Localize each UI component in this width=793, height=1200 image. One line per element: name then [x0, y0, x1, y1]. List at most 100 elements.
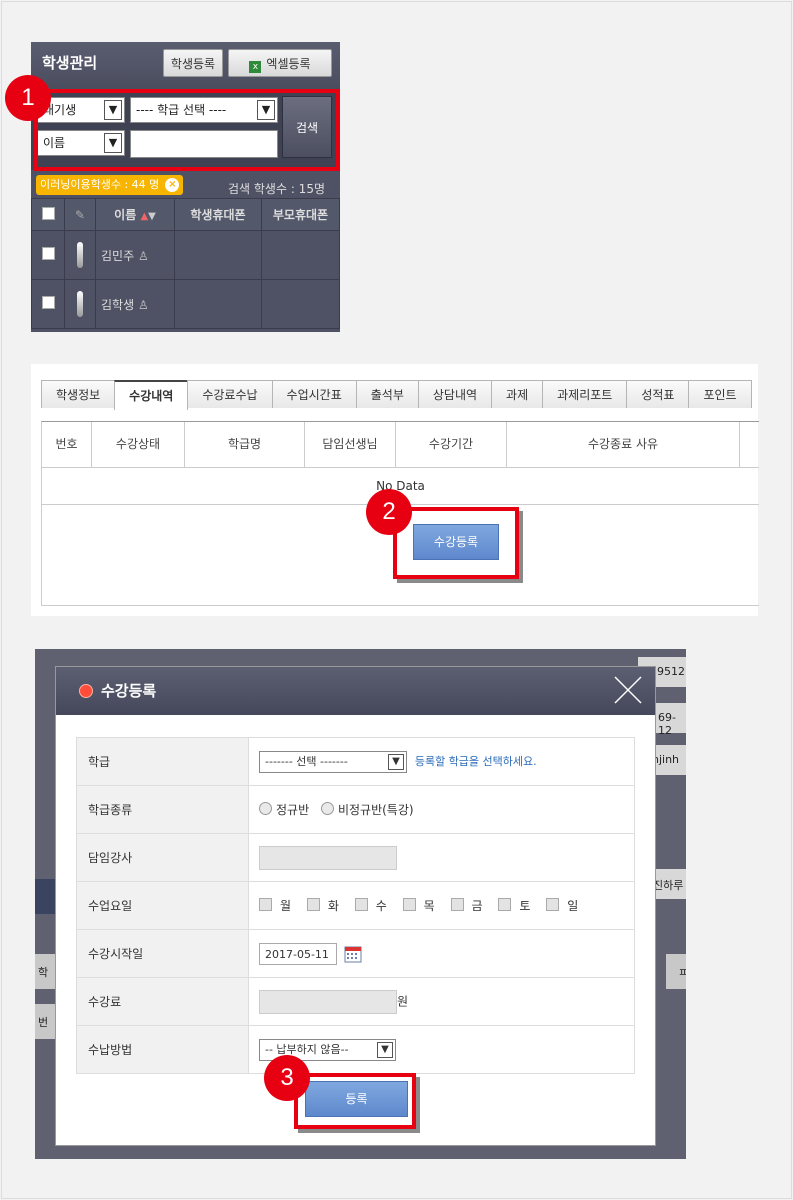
highlight-box-1 — [34, 89, 340, 171]
column-number: 번호 — [42, 422, 92, 467]
day-checkbox-mon[interactable] — [259, 898, 272, 911]
table-row[interactable]: 김민주 ♙ — [31, 230, 340, 280]
day-checkbox-wed[interactable] — [354, 898, 368, 911]
form-row-start-date: 수강시작일 2017-05-11 — [76, 929, 635, 978]
payment-select-value: -- 납부하지 않음-- — [265, 1042, 349, 1056]
special-radio-label: 비정규반(특강) — [337, 803, 414, 817]
class-type-label: 학급종류 — [76, 785, 249, 834]
teacher-label: 담임강사 — [76, 833, 249, 882]
select-all-checkbox[interactable] — [41, 206, 55, 220]
tab-counseling[interactable]: 상담내역 — [417, 380, 493, 408]
days-label: 수업요일 — [76, 881, 249, 930]
student-manager-panel: 학생관리 학생등록 x 엑셀등록 대기생 ▼ ---- 학급 선택 ---- ▼ … — [31, 42, 340, 332]
student-name[interactable]: 김학생 — [101, 298, 134, 312]
tab-assignment-report[interactable]: 과제리포트 — [542, 380, 628, 408]
table-row[interactable]: 김학생 ♙ — [31, 279, 340, 329]
close-icon[interactable] — [613, 675, 643, 705]
column-name[interactable]: 이름 ▲▼ — [95, 198, 175, 231]
class-field: ------- 선택 ------- ▼ 등록할 학급을 선택하세요. — [248, 737, 635, 786]
e-learning-count-badge[interactable]: 이러닝이용학생수 : 44 명 × — [36, 175, 184, 195]
start-date-input[interactable]: 2017-05-11 — [259, 942, 337, 965]
tab-tuition[interactable]: 수강료수납 — [187, 380, 273, 408]
class-hint: 등록할 학급을 선택하세요. — [414, 755, 537, 768]
day-checkbox-thu[interactable] — [402, 898, 416, 911]
column-period: 수강기간 — [396, 422, 507, 467]
day-checkbox-sat[interactable] — [498, 898, 512, 911]
panel-title: 학생관리 — [42, 54, 98, 72]
student-name[interactable]: 김민주 — [101, 249, 134, 263]
day-checkbox-tue[interactable] — [306, 898, 320, 911]
e-learning-count-text: 이러닝이용학생수 : 44 명 — [40, 178, 160, 191]
background-cell: 학 — [35, 954, 55, 989]
regular-radio[interactable] — [259, 802, 272, 815]
background-text: 69-12 — [658, 711, 676, 737]
background-text: 학 — [38, 966, 49, 979]
days-field: 월 화 수 목 금 토 일 — [248, 881, 635, 930]
tab-student-info[interactable]: 학생정보 — [41, 380, 116, 408]
column-class-name: 학급명 — [185, 422, 305, 467]
panel-header: 학생관리 학생등록 x 엑셀등록 — [31, 42, 340, 90]
column-teacher: 담임선생님 — [305, 422, 396, 467]
row-checkbox-cell — [31, 230, 65, 280]
tab-bar: 학생정보 수강내역 수강료수납 수업시간표 출석부 상담내역 과제 과제리포트 … — [41, 380, 752, 410]
sort-asc-icon[interactable]: ▲ — [140, 211, 148, 222]
device-cell — [64, 230, 96, 280]
pencil-icon: ✎ — [74, 207, 86, 222]
tab-timetable[interactable]: 수업시간표 — [271, 380, 357, 408]
background-text: ㅍ — [678, 966, 686, 979]
excel-register-button[interactable]: x 엑셀등록 — [228, 49, 332, 77]
teacher-input[interactable] — [259, 845, 397, 870]
form-row-fee: 수강료 원 — [76, 977, 635, 1026]
step-badge-1: 1 — [5, 75, 51, 121]
class-select-value: ------- 선택 ------- — [265, 754, 348, 768]
form-row-payment: 수납방법 -- 납부하지 않음-- ▼ — [76, 1025, 635, 1074]
student-name-cell: 김학생 ♙ — [95, 279, 175, 329]
excel-icon: x — [249, 61, 262, 73]
tab-attendance[interactable]: 출석부 — [355, 380, 419, 408]
tab-assignment[interactable]: 과제 — [491, 380, 544, 408]
background-text: hjinh — [652, 753, 680, 766]
day-checkbox-sun[interactable] — [546, 898, 560, 911]
day-label-tue: 화 — [327, 899, 339, 913]
tab-course-history[interactable]: 수강내역 — [114, 380, 189, 410]
fee-field: 원 — [248, 977, 635, 1026]
row-checkbox[interactable] — [41, 247, 55, 260]
step-badge-2: 2 — [366, 489, 412, 535]
search-count: 검색 학생수 : 15명 — [228, 182, 325, 196]
form-row-days: 수업요일 월 화 수 목 금 토 일 — [76, 881, 635, 930]
form-row-class-type: 학급종류 정규반 비정규반(특강) — [76, 785, 635, 834]
day-label-thu: 목 — [423, 899, 435, 913]
student-register-button[interactable]: 학생등록 — [163, 49, 223, 77]
modal-title: 수강등록 — [101, 682, 157, 700]
calendar-icon[interactable] — [344, 945, 362, 963]
regular-radio-label: 정규반 — [276, 803, 310, 817]
fee-label: 수강료 — [76, 977, 249, 1026]
tab-points[interactable]: 포인트 — [688, 380, 752, 408]
tab-report-card[interactable]: 성적표 — [626, 380, 690, 408]
day-label-mon: 월 — [280, 899, 292, 913]
form-row-class: 학급 ------- 선택 ------- ▼ 등록할 학급을 선택하세요. — [76, 737, 635, 786]
phone-icon — [77, 242, 83, 268]
modal-header: 수강등록 — [56, 667, 655, 715]
student-name-cell: 김민주 ♙ — [95, 230, 175, 280]
teacher-field — [248, 833, 635, 882]
class-select[interactable]: ------- 선택 ------- ▼ — [259, 750, 407, 773]
start-date-field: 2017-05-11 — [248, 929, 635, 978]
chevron-down-icon: ▼ — [388, 753, 404, 770]
day-label-sat: 토 — [519, 899, 531, 913]
column-end-reason: 수강종료 사유 — [507, 422, 740, 467]
parent-phone-cell — [261, 230, 340, 280]
edit-column: ✎ — [64, 198, 96, 231]
row-checkbox[interactable] — [41, 296, 55, 309]
class-label: 학급 — [76, 737, 249, 786]
sort-desc-icon[interactable]: ▼ — [148, 211, 156, 222]
student-phone-cell — [174, 230, 262, 280]
table-header: 번호 수강상태 학급명 담임선생님 수강기간 수강종료 사유 — [42, 422, 759, 468]
special-radio[interactable] — [320, 802, 334, 815]
background-block — [35, 879, 55, 914]
highlight-box-2 — [393, 507, 519, 579]
close-icon[interactable]: × — [165, 178, 180, 192]
day-label-fri: 금 — [471, 899, 483, 913]
fee-input[interactable] — [259, 989, 397, 1014]
day-checkbox-fri[interactable] — [450, 898, 464, 911]
